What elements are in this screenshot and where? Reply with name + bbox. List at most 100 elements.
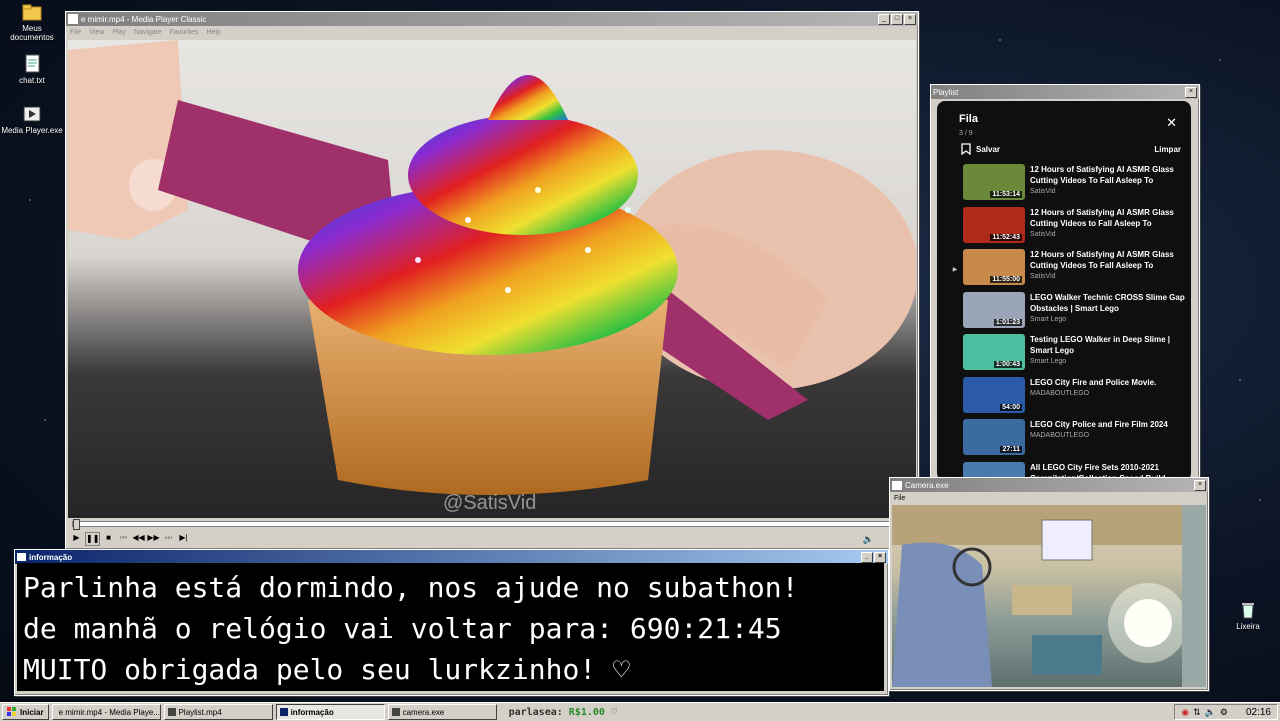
maximize-button[interactable]: □ bbox=[891, 13, 903, 25]
desktop-icon-recycle-bin[interactable]: Lixeira bbox=[1216, 600, 1280, 631]
seek-thumb[interactable] bbox=[73, 519, 80, 530]
queue-item[interactable]: 1:01:23 LEGO Walker Technic CROSS Slime G… bbox=[947, 291, 1187, 335]
save-button[interactable]: Salvar bbox=[961, 143, 1000, 155]
desktop-icon-label: Lixeira bbox=[1236, 622, 1260, 631]
frame-step-button[interactable]: ▶| bbox=[177, 532, 190, 544]
video-title[interactable]: 12 Hours of Satisfying AI ASMR Glass Cut… bbox=[1030, 164, 1186, 186]
video-thumbnail[interactable]: 1:01:23 bbox=[963, 291, 1025, 328]
menu-favorites[interactable]: Favorites bbox=[170, 29, 199, 36]
close-button[interactable]: × bbox=[874, 551, 886, 563]
camera-titlebar[interactable]: Camera.exe × bbox=[890, 478, 1208, 492]
taskbar-item-info[interactable]: informação bbox=[275, 704, 385, 720]
video-title[interactable]: 12 Hours of Satisfying AI ASMR Glass Cut… bbox=[1030, 249, 1186, 271]
queue-item[interactable]: 54:00 LEGO City Fire and Police Movie. MAD… bbox=[947, 376, 1187, 420]
queue-item[interactable]: 1:00:43 Testing LEGO Walker in Deep Slime… bbox=[947, 334, 1187, 377]
minimize-button[interactable]: _ bbox=[878, 13, 890, 25]
menu-navigate[interactable]: Navigate bbox=[134, 29, 162, 36]
video-meta: 12 Hours of Satisfying AI ASMR Glass Cut… bbox=[1030, 164, 1186, 195]
seek-bar[interactable] bbox=[72, 519, 914, 530]
camera-window[interactable]: Camera.exe × File bbox=[889, 477, 1209, 691]
channel-name[interactable]: SatisVid bbox=[1030, 188, 1186, 195]
video-title[interactable]: 12 Hours of Satisfying AI ASMR Glass Cut… bbox=[1030, 207, 1186, 229]
taskbar-item-playlist[interactable]: Playlist.mp4 bbox=[163, 704, 273, 720]
close-button[interactable]: × bbox=[1194, 479, 1206, 491]
video-frame[interactable]: @SatisVid bbox=[68, 40, 916, 518]
video-title[interactable]: LEGO Walker Technic CROSS Slime Gap Obst… bbox=[1030, 292, 1186, 314]
taskbar-item-label: informação bbox=[290, 707, 334, 717]
playlist-titlebar[interactable]: Playlist × bbox=[931, 85, 1199, 99]
play-button[interactable]: ▶ bbox=[70, 532, 83, 544]
taskbar-item-label: camera.exe bbox=[402, 707, 445, 717]
settings-icon[interactable]: ⚙ bbox=[1220, 707, 1228, 718]
menu-view[interactable]: View bbox=[89, 29, 104, 36]
video-thumbnail[interactable]: 27:11 bbox=[963, 419, 1025, 455]
volume-icon[interactable]: 🔈 bbox=[863, 534, 874, 545]
media-player-window[interactable]: e mimir.mp4 - Media Player Classic _ □ ×… bbox=[65, 11, 919, 550]
channel-name[interactable]: SatisVid bbox=[1030, 273, 1186, 280]
channel-name[interactable]: Smart Lego bbox=[1030, 316, 1186, 323]
menu-play[interactable]: Play bbox=[112, 29, 126, 36]
video-thumbnail[interactable]: 11:52:43 bbox=[963, 206, 1025, 243]
security-icon[interactable]: ◉ bbox=[1181, 707, 1189, 718]
skip-back-button[interactable]: ⏮ bbox=[117, 532, 130, 544]
system-tray: ◉ ⇅ 🔈 ⚙ 02:16 bbox=[1174, 704, 1278, 720]
media-player-titlebar[interactable]: e mimir.mp4 - Media Player Classic _ □ × bbox=[66, 12, 918, 26]
now-playing-icon bbox=[947, 164, 963, 181]
menu-help[interactable]: Help bbox=[206, 29, 220, 36]
duration-badge: 54:00 bbox=[1000, 403, 1022, 411]
taskbar-item-camera[interactable]: camera.exe bbox=[387, 704, 497, 720]
video-thumbnail[interactable]: 11:53:14 bbox=[963, 164, 1025, 200]
duration-badge: 11:53:14 bbox=[990, 191, 1022, 198]
video-thumbnail[interactable]: 54:00 bbox=[963, 376, 1025, 413]
volume-icon[interactable]: 🔈 bbox=[1205, 707, 1216, 718]
desktop-icon-label: Meus documentos bbox=[10, 24, 54, 42]
queue-item[interactable]: 11:52:43 12 Hours of Satisfying AI ASMR G… bbox=[947, 206, 1187, 250]
desktop-icon-media-player[interactable]: Media Player.exe bbox=[0, 104, 64, 135]
channel-name[interactable]: SatisVid bbox=[1030, 231, 1186, 238]
desktop-icon-chat[interactable]: chat.txt bbox=[0, 54, 64, 85]
queue-item[interactable]: ▶ 11:55:00 12 Hours of Satisfying AI ASMR … bbox=[947, 249, 1187, 292]
network-icon[interactable]: ⇅ bbox=[1193, 707, 1201, 718]
video-thumbnail[interactable]: 1:00:43 bbox=[963, 334, 1025, 370]
video-thumbnail[interactable]: 11:55:00 bbox=[963, 249, 1025, 285]
duration-badge: 11:52:43 bbox=[990, 233, 1022, 241]
media-player-app-icon bbox=[68, 14, 78, 24]
queue-title: Fila bbox=[959, 113, 978, 125]
desktop-icon-label: Media Player.exe bbox=[1, 126, 63, 135]
queue-item[interactable]: 11:53:14 12 Hours of Satisfying AI ASMR G… bbox=[947, 164, 1187, 207]
now-playing-icon bbox=[947, 462, 963, 479]
menu-file[interactable]: File bbox=[70, 29, 81, 36]
stop-button[interactable]: ■ bbox=[102, 532, 115, 544]
channel-name[interactable]: MADABOUTLEGO bbox=[1030, 390, 1186, 397]
video-title[interactable]: LEGO City Fire and Police Movie. bbox=[1030, 377, 1186, 388]
pause-button[interactable]: ❚❚ bbox=[85, 532, 100, 546]
start-button[interactable]: Iniciar bbox=[2, 704, 49, 720]
minimize-button[interactable]: _ bbox=[861, 551, 873, 563]
forward-button[interactable]: ▶▶ bbox=[147, 532, 160, 544]
clock[interactable]: 02:16 bbox=[1246, 707, 1271, 718]
playlist-window[interactable]: Playlist × Fila 3 / 9 ✕ Salvar Limpar 11… bbox=[930, 84, 1200, 486]
donation-ticker: parlasea: R$1.00 ♡ bbox=[509, 707, 617, 718]
now-playing-icon bbox=[947, 292, 963, 309]
queue-item[interactable]: 27:11 LEGO City Police and Fire Film 2024… bbox=[947, 419, 1187, 462]
now-playing-icon bbox=[947, 207, 963, 224]
channel-name[interactable]: MADABOUTLEGO bbox=[1030, 432, 1186, 439]
video-title[interactable]: Testing LEGO Walker in Deep Slime | Smar… bbox=[1030, 334, 1186, 356]
close-icon[interactable]: ✕ bbox=[1166, 115, 1177, 131]
desktop-icon-documents[interactable]: Meus documentos bbox=[0, 2, 64, 42]
window-title: e mimir.mp4 - Media Player Classic bbox=[81, 14, 207, 24]
rewind-button[interactable]: ◀◀ bbox=[132, 532, 145, 544]
info-window[interactable]: informação _ × Parlinha está dormindo, n… bbox=[14, 549, 889, 696]
menu-file[interactable]: File bbox=[894, 495, 905, 502]
skip-forward-button[interactable]: ⏭ bbox=[162, 532, 175, 544]
taskbar-item-media-player[interactable]: e mimir.mp4 - Media Playe... bbox=[51, 704, 161, 720]
close-button[interactable]: × bbox=[904, 13, 916, 25]
channel-name[interactable]: Smart Lego bbox=[1030, 358, 1186, 365]
duration-badge: 1:00:43 bbox=[993, 361, 1022, 368]
video-meta: LEGO City Police and Fire Film 2024 MADAB… bbox=[1030, 419, 1186, 439]
close-button[interactable]: × bbox=[1185, 86, 1197, 98]
video-title[interactable]: LEGO City Police and Fire Film 2024 bbox=[1030, 419, 1186, 430]
camera-app-icon bbox=[892, 480, 902, 490]
info-titlebar[interactable]: informação _ × bbox=[15, 550, 888, 564]
clear-button[interactable]: Limpar bbox=[1154, 145, 1181, 154]
